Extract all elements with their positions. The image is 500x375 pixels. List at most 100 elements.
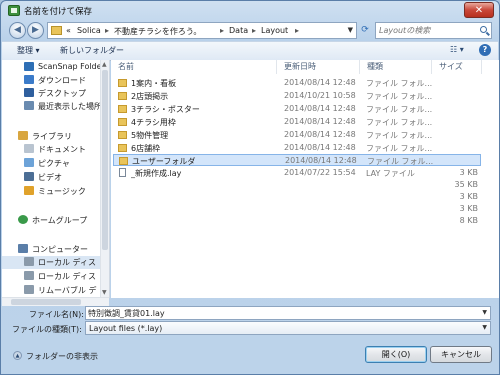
nav-item-computer[interactable]: コンピューター: [2, 243, 101, 256]
nav-label: ダウンロード: [38, 76, 86, 85]
desktop-icon: [24, 88, 34, 97]
row-name: 5物件管理: [131, 131, 169, 140]
table-row-selected[interactable]: ユーザーフォルダ 2014/08/14 12:48 ファイル フォル...: [113, 154, 481, 166]
scroll-down-icon[interactable]: ▼: [102, 289, 107, 296]
navigation-pane: ScanSnap Folde ダウンロード デスクトップ 最近表示した場所 ライ…: [2, 60, 110, 298]
table-row[interactable]: 6店舗枠 2014/08/14 12:48 ファイル フォル...: [113, 142, 481, 154]
filetype-value: Layout files (*.lay): [89, 324, 163, 333]
scroll-thumb[interactable]: [102, 70, 108, 250]
nav-item-videos[interactable]: ビデオ: [2, 171, 101, 184]
back-arrow-icon: ◀: [14, 25, 21, 35]
chevron-up-icon: ▲: [13, 351, 22, 360]
nav-item-music[interactable]: ミュージック: [2, 185, 101, 198]
computer-icon: [18, 244, 28, 253]
breadcrumb-separator[interactable]: ▸: [252, 26, 256, 35]
refresh-icon: ⟳: [361, 25, 369, 35]
row-name: 1案内・看板: [131, 79, 177, 88]
nav-horizontal-scrollbar[interactable]: [2, 297, 109, 306]
breadcrumb-separator[interactable]: ▸: [105, 26, 109, 35]
nav-item-downloads[interactable]: ダウンロード: [2, 74, 101, 87]
chevron-down-icon: ▼: [482, 324, 487, 331]
organize-button[interactable]: 整理 ▾: [17, 45, 40, 56]
row-date: 2014/08/14 12:48: [284, 104, 356, 113]
folder-icon: [118, 92, 127, 100]
local-disk-icon: [24, 271, 34, 280]
breadcrumb-separator[interactable]: ▸: [295, 26, 299, 35]
table-row[interactable]: 1案内・看板 2014/08/14 12:48 ファイル フォル...: [113, 77, 481, 89]
filename-field[interactable]: ▼: [85, 306, 491, 320]
view-options-button[interactable]: ☷ ▾: [450, 45, 470, 56]
column-header-type[interactable]: 種類: [360, 60, 432, 74]
table-row[interactable]: 2店頭掲示 2014/10/21 10:58 ファイル フォル...: [113, 90, 481, 102]
breadcrumb-data[interactable]: Data: [229, 26, 248, 35]
pictures-icon: [24, 158, 34, 167]
nav-label: リムーバブル デ: [38, 286, 97, 295]
nav-item-desktop[interactable]: デスクトップ: [2, 87, 101, 100]
row-type: ファイル フォル...: [366, 144, 433, 153]
back-button[interactable]: ◀: [9, 22, 26, 39]
folder-icon: [118, 105, 127, 113]
row-size: 8 KB: [459, 216, 478, 225]
scroll-up-icon[interactable]: ▲: [102, 61, 107, 68]
window-title: 名前を付けて保存: [24, 7, 93, 17]
filename-input[interactable]: [88, 308, 468, 319]
table-row[interactable]: _新規作成.lay 2014/07/22 15:54 LAY ファイル 3 KB: [113, 167, 481, 179]
nav-item-removable-disk[interactable]: リムーバブル デ: [2, 284, 101, 297]
nav-item-local-disk-d[interactable]: ローカル ディス: [2, 270, 101, 283]
table-row[interactable]: 3 KB: [113, 203, 481, 215]
column-header-date[interactable]: 更新日時: [277, 60, 360, 74]
nav-item-documents[interactable]: ドキュメント: [2, 143, 101, 156]
nav-item-pictures[interactable]: ピクチャ: [2, 157, 101, 170]
nav-vertical-scrollbar[interactable]: ▲ ▼: [100, 60, 109, 298]
filetype-select[interactable]: Layout files (*.lay) ▼: [85, 321, 491, 335]
refresh-button[interactable]: ⟳: [358, 22, 372, 39]
help-icon[interactable]: ?: [479, 44, 491, 56]
chevron-down-icon[interactable]: ▼: [482, 309, 487, 316]
search-box[interactable]: [375, 22, 492, 39]
row-date: 2014/07/22 15:54: [284, 168, 356, 177]
breadcrumb-layout[interactable]: Layout: [261, 26, 288, 35]
column-header-name[interactable]: 名前: [111, 60, 277, 74]
open-button[interactable]: 開く(O): [365, 346, 427, 363]
row-name: 3チラシ・ポスター: [131, 105, 200, 114]
row-type: ファイル フォル...: [366, 118, 433, 127]
file-icon: [119, 168, 126, 177]
folder-icon: [118, 79, 127, 87]
nav-item-homegroup[interactable]: ホームグループ: [2, 214, 101, 227]
table-row[interactable]: 3 KB: [113, 191, 481, 203]
hide-folders-label: フォルダーの非表示: [26, 352, 98, 361]
recent-places-icon: [24, 101, 34, 110]
close-button[interactable]: ✕: [464, 2, 494, 18]
title-bar: 名前を付けて保存 ✕: [1, 1, 499, 21]
cancel-button[interactable]: キャンセル: [430, 346, 492, 363]
scroll-thumb[interactable]: [11, 299, 81, 305]
row-date: 2014/08/14 12:48: [284, 130, 356, 139]
table-row[interactable]: 5物件管理 2014/08/14 12:48 ファイル フォル...: [113, 129, 481, 141]
nav-label: ScanSnap Folde: [38, 62, 102, 71]
search-icon[interactable]: [480, 26, 487, 33]
folder-icon: [51, 26, 62, 35]
nav-item-libraries[interactable]: ライブラリ: [2, 130, 101, 143]
address-bar[interactable]: « Solica ▸ 不動産チラシを作ろう。 ▸ Data ▸ Layout ▸…: [47, 22, 357, 39]
new-folder-button[interactable]: 新しいフォルダー: [60, 45, 124, 56]
nav-item-recent-places[interactable]: 最近表示した場所: [2, 100, 102, 113]
table-row[interactable]: 3チラシ・ポスター 2014/08/14 12:48 ファイル フォル...: [113, 103, 481, 115]
nav-item-scansnap[interactable]: ScanSnap Folde: [2, 61, 102, 74]
breadcrumb-separator[interactable]: ▸: [220, 26, 224, 35]
breadcrumb-solica[interactable]: Solica: [77, 26, 101, 35]
file-list: 名前 更新日時 種類 サイズ 1案内・看板 2014/08/14 12:48 フ…: [111, 60, 499, 298]
table-row[interactable]: 8 KB: [113, 215, 481, 227]
search-input[interactable]: [379, 24, 474, 37]
nav-label: デスクトップ: [38, 89, 86, 98]
forward-button[interactable]: ▶: [27, 22, 44, 39]
nav-label: ホームグループ: [32, 216, 88, 225]
command-bar: 整理 ▾ 新しいフォルダー ☷ ▾ ?: [2, 41, 498, 61]
nav-label: ミュージック: [38, 187, 86, 196]
table-row[interactable]: 35 KB: [113, 179, 481, 191]
breadcrumb-overflow[interactable]: «: [66, 26, 71, 35]
column-header-size[interactable]: サイズ: [432, 60, 482, 74]
chevron-down-icon[interactable]: ▼: [348, 26, 353, 34]
breadcrumb-project[interactable]: 不動産チラシを作ろう。: [114, 26, 201, 37]
table-row[interactable]: 4チラシ用枠 2014/08/14 12:48 ファイル フォル...: [113, 116, 481, 128]
nav-item-local-disk-c[interactable]: ローカル ディス: [2, 256, 101, 269]
